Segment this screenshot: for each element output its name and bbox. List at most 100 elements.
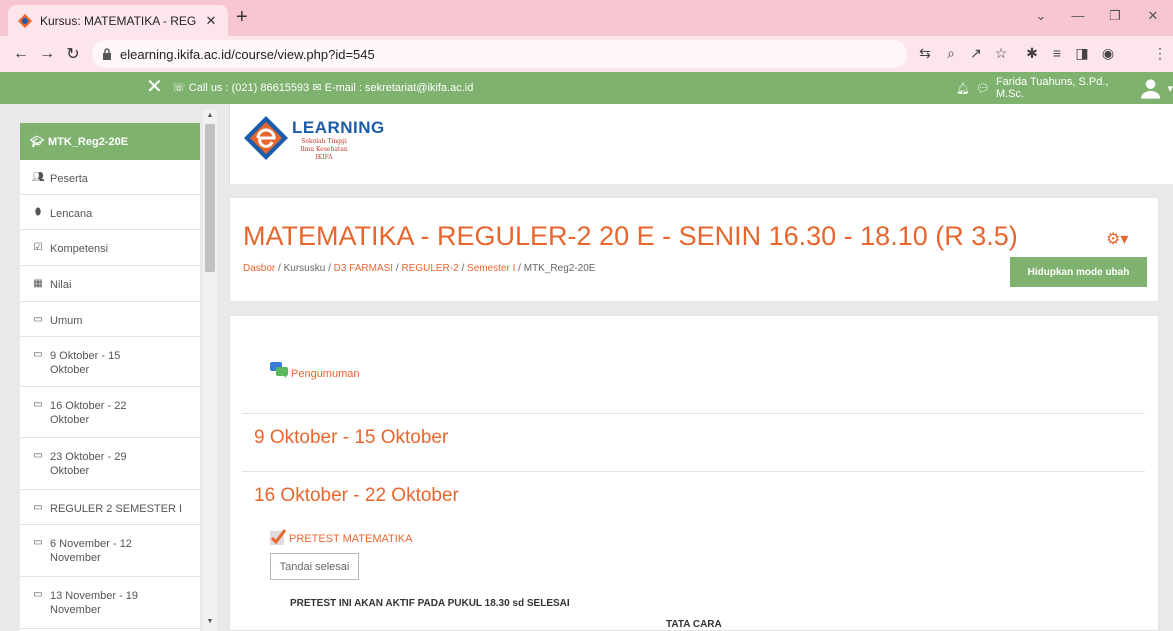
breadcrumb-d3-farmasi[interactable]: D3 FARMASI <box>334 263 393 274</box>
back-icon[interactable]: ← <box>8 45 34 63</box>
course-header: MATEMATIKA - REGULER-2 20 E - SENIN 16.3… <box>229 197 1159 302</box>
checkbox-icon: ☑ <box>33 242 43 253</box>
folder-icon: ▭ <box>33 399 43 410</box>
quiz-label: PRETEST MATEMATIKA <box>289 533 413 545</box>
sidebar-item-kompetensi[interactable]: ☑ Kompetensi <box>20 230 200 266</box>
breadcrumb: Dasbor / Kursusku / D3 FARMASI / REGULER… <box>243 263 596 274</box>
folder-icon: ▭ <box>33 589 43 600</box>
zoom-icon[interactable]: ⌕ <box>941 45 961 62</box>
tata-cara-heading: TATA CARA <box>666 619 722 630</box>
announcement-link[interactable]: Pengumuman <box>270 360 360 380</box>
profile-icon[interactable]: ◉ <box>1098 45 1118 62</box>
sidebar-item-umum[interactable]: ▭ Umum <box>20 302 200 337</box>
table-icon: ▦ <box>33 278 43 289</box>
quiz-check-icon <box>270 529 286 545</box>
tab-close-icon[interactable]: ✕ <box>204 13 218 29</box>
folder-icon: ▭ <box>33 537 43 548</box>
sidebar-item-label: 6 November - 12 November <box>50 538 132 564</box>
user-name: Farida Tuahuns, S.Pd., M.Sc. <box>995 76 1109 100</box>
mark-done-button[interactable]: Tandai selesai <box>270 553 359 580</box>
sidebar-item-week-2[interactable]: ▭ 16 Oktober - 22 Oktober <box>20 387 200 438</box>
sidebar-item-week-5[interactable]: ▭ 13 November - 19 November <box>20 577 200 629</box>
page-title: MATEMATIKA - REGULER-2 20 E - SENIN 16.3… <box>243 221 1018 251</box>
chevron-down-icon[interactable]: ▾ <box>1167 82 1173 95</box>
logo-subtitle: Sekolah Tinggi Ilmu Kesehatan IKIFA <box>300 138 348 161</box>
site-favicon-icon <box>18 13 32 28</box>
breadcrumb-semester-1[interactable]: Semester I <box>467 263 515 274</box>
folder-icon: ▭ <box>33 349 43 360</box>
tab-search-icon[interactable]: ⌄ <box>1031 8 1051 24</box>
sidebar-item-label: 9 Oktober - 15 Oktober <box>50 350 121 376</box>
url-text: elearning.ikifa.ac.id/course/view.php?id… <box>120 46 375 62</box>
sidebar-item-label: Lencana <box>50 208 93 220</box>
badge-icon: ⬮ <box>34 207 42 218</box>
breadcrumb-current: MTK_Reg2-20E <box>523 263 596 274</box>
browser-tab[interactable]: Kursus: MATEMATIKA - REGULER ✕ <box>8 5 228 36</box>
translate-icon[interactable]: ⇆ <box>915 45 935 62</box>
tab-title: Kursus: MATEMATIKA - REGULER <box>40 13 196 28</box>
sidebar-item-label: Peserta <box>50 173 88 185</box>
menu-kebab-icon[interactable]: ⋮ <box>1150 45 1170 62</box>
sidebar-item-nilai[interactable]: ▦ Nilai <box>20 266 200 302</box>
sidebar-item-week-3[interactable]: ▭ 23 Oktober - 29 Oktober <box>20 438 200 490</box>
gear-icon[interactable]: ⚙▾ <box>1106 229 1128 249</box>
sidebar-item-peserta[interactable]: 👥︎ Peserta <box>20 160 200 195</box>
quiz-link[interactable]: PRETEST MATEMATIKA <box>270 529 412 545</box>
url-bar[interactable]: elearning.ikifa.ac.id/course/view.php?id… <box>92 40 907 68</box>
announcement-label: Pengumuman <box>291 368 360 380</box>
sidebar-item-label: REGULER 2 SEMESTER I <box>50 503 183 515</box>
sidebar-item-label: 16 Oktober - 22 Oktober <box>50 400 127 426</box>
new-tab-icon[interactable]: + <box>236 7 248 27</box>
breadcrumb-kursusku[interactable]: Kursusku <box>284 263 326 274</box>
sidebar-item-label: 23 Oktober - 29 Oktober <box>50 451 127 477</box>
folder-icon: ▭ <box>33 450 43 461</box>
site-logo-panel: LEARNING Sekolah Tinggi Ilmu Kesehatan I… <box>229 104 1173 184</box>
quiz-notice: PRETEST INI AKAN AKTIF PADA PUKUL 18.30 … <box>290 598 570 609</box>
bookmark-star-icon[interactable]: ☆ <box>991 45 1011 62</box>
maximize-icon[interactable]: ❐ <box>1105 8 1125 24</box>
notification-bell-icon[interactable]: 🔔︎ <box>956 82 970 95</box>
side-panel-icon[interactable]: ◨ <box>1072 45 1092 62</box>
site-top-bar: ✕ ☏ Call us : (021) 86615593 ✉ E-mail : … <box>0 72 1173 104</box>
sidebar-scrollbar[interactable]: ▲ ▼ <box>203 110 217 631</box>
sidebar-item-week-1[interactable]: ▭ 9 Oktober - 15 Oktober <box>20 337 200 387</box>
course-sidebar: 🎓︎ MTK_Reg2-20E 👥︎ Peserta ⬮ Lencana ☑ K… <box>20 123 200 631</box>
sidebar-item-label: Kompetensi <box>50 243 109 255</box>
course-content: Pengumuman 9 Oktober - 15 Oktober 16 Okt… <box>229 315 1159 631</box>
sidebar-course-link[interactable]: 🎓︎ MTK_Reg2-20E <box>20 123 200 160</box>
window-close-icon[interactable]: ✕ <box>1143 8 1163 24</box>
folder-icon: ▭ <box>33 314 43 325</box>
section-title-week-2[interactable]: 16 Oktober - 22 Oktober <box>254 485 459 507</box>
sidebar-item-lencana[interactable]: ⬮ Lencana <box>20 195 200 230</box>
scroll-thumb[interactable] <box>205 124 215 272</box>
divider <box>242 413 1145 414</box>
sidebar-item-label: Nilai <box>50 279 72 291</box>
logo-title: LEARNING <box>292 118 385 137</box>
sidebar-item-week-4[interactable]: ▭ 6 November - 12 November <box>20 525 200 577</box>
browser-tab-strip: Kursus: MATEMATIKA - REGULER ✕ + ⌄ — ❐ ✕ <box>0 0 1173 36</box>
reading-list-icon[interactable]: ≡ <box>1047 45 1067 61</box>
reload-icon[interactable]: ↻ <box>60 44 86 64</box>
contact-info: ☏ Call us : (021) 86615593 ✉ E-mail : se… <box>172 82 474 94</box>
message-icon[interactable]: 💬︎ <box>976 82 990 95</box>
close-sidebar-icon[interactable]: ✕ <box>146 76 163 98</box>
avatar[interactable] <box>1140 77 1161 99</box>
minimize-icon[interactable]: — <box>1068 8 1088 23</box>
scroll-up-icon[interactable]: ▲ <box>203 112 217 119</box>
divider <box>242 471 1145 472</box>
elearning-logo-icon[interactable] <box>242 114 290 162</box>
sidebar-item-label: 13 November - 19 November <box>50 590 139 616</box>
breadcrumb-dasbor[interactable]: Dasbor <box>243 263 275 274</box>
sidebar-item-reguler[interactable]: ▭ REGULER 2 SEMESTER I <box>20 490 200 525</box>
section-title-week-1[interactable]: 9 Oktober - 15 Oktober <box>254 427 448 449</box>
breadcrumb-reguler-2[interactable]: REGULER-2 <box>401 263 458 274</box>
extensions-icon[interactable]: ✱ <box>1022 45 1042 62</box>
folder-icon: ▭ <box>33 502 43 513</box>
users-icon: 👥︎ <box>32 172 45 183</box>
share-icon[interactable]: ↗ <box>966 45 986 62</box>
address-toolbar: ← → ↻ elearning.ikifa.ac.id/course/view.… <box>0 36 1173 72</box>
user-menu[interactable]: 🔔︎ 💬︎ Farida Tuahuns, S.Pd., M.Sc. ▾ <box>956 76 1173 100</box>
edit-mode-button[interactable]: Hidupkan mode ubah <box>1010 257 1147 287</box>
scroll-down-icon[interactable]: ▼ <box>203 618 217 625</box>
forward-icon[interactable]: → <box>34 45 60 63</box>
